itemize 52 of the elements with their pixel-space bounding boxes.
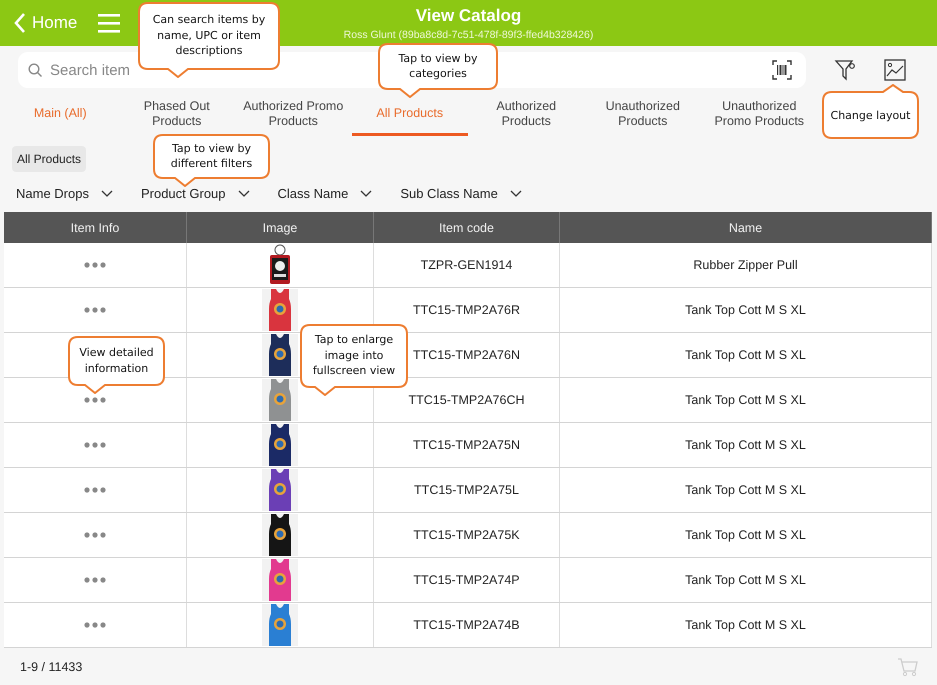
callout: Tap to enlarge image into fullscreen view <box>300 324 408 396</box>
category-tab[interactable]: Phased Out Products <box>118 94 235 136</box>
page-title: View Catalog <box>414 6 522 26</box>
table-cell: TTC15-TMP2A74B <box>374 603 560 647</box>
more-icon[interactable] <box>84 307 106 313</box>
callout: Tap to view by categories <box>378 43 498 98</box>
table-cell: TTC15-TMP2A74P <box>374 558 560 602</box>
filter-dropdown[interactable]: Class Name <box>278 186 372 201</box>
filter-dropdown[interactable]: Product Group <box>140 186 250 201</box>
column-header: Item code <box>374 212 560 243</box>
more-icon[interactable] <box>84 577 106 583</box>
table-cell: Tank Top Cott M S XL <box>560 423 932 467</box>
table-cell: Rubber Zipper Pull <box>560 243 932 287</box>
more-icon[interactable] <box>84 262 106 268</box>
more-icon[interactable] <box>84 487 106 493</box>
column-header: Image <box>187 212 374 243</box>
category-chip[interactable]: All Products <box>12 146 86 172</box>
more-icon[interactable] <box>84 397 106 403</box>
table-cell: Tank Top Cott M S XL <box>560 378 932 422</box>
user-subtitle: Ross Glunt (89ba8c8d-7c51-478f-89f3-ffed4b328426) <box>342 29 594 41</box>
chevron-down-icon[interactable] <box>360 190 372 198</box>
chevron-down-icon[interactable] <box>238 190 250 198</box>
table-cell: TTC15-TMP2A75L <box>374 468 560 512</box>
category-tab[interactable]: Unauthorized Promo Products <box>701 94 818 136</box>
table-cell: Tank Top Cott M S XL <box>560 603 932 647</box>
table-cell: Tank Top Cott M S XL <box>560 513 932 557</box>
more-icon[interactable] <box>84 622 106 628</box>
barcode-scan-icon[interactable] <box>772 60 792 80</box>
table-cell: TZPR-GEN1914 <box>374 243 560 287</box>
more-icon[interactable] <box>84 442 106 448</box>
callout: Change layout <box>822 84 919 139</box>
table-cell: TTC15-TMP2A75N <box>374 423 560 467</box>
search-icon[interactable] <box>28 63 42 77</box>
more-icon[interactable] <box>84 532 106 538</box>
table-cell: Tank Top Cott M S XL <box>560 468 932 512</box>
column-header: Item Info <box>4 212 187 243</box>
table-cell: TTC15-TMP2A75K <box>374 513 560 557</box>
table-cell: Tank Top Cott M S XL <box>560 333 932 377</box>
callout: Tap to view by different filters <box>153 134 270 187</box>
table-cell: Tank Top Cott M S XL <box>560 558 932 602</box>
category-tab[interactable]: Unauthorized Products <box>584 94 701 136</box>
item-count: 1-9 / 11433 <box>20 660 82 674</box>
chevron-down-icon[interactable] <box>510 190 522 198</box>
callout: Can search items by name, UPC or item descriptions <box>138 2 280 78</box>
table-cell: Tank Top Cott M S XL <box>560 288 932 332</box>
filter-icon[interactable] <box>834 59 856 81</box>
filter-dropdown[interactable]: Name Drops <box>16 186 113 201</box>
filter-dropdown[interactable]: Sub Class Name <box>400 186 522 201</box>
category-tab[interactable]: Authorized Promo Products <box>235 94 352 136</box>
column-header: Name <box>560 212 932 243</box>
chevron-down-icon[interactable] <box>100 190 113 198</box>
image-layout-icon[interactable] <box>884 59 906 81</box>
